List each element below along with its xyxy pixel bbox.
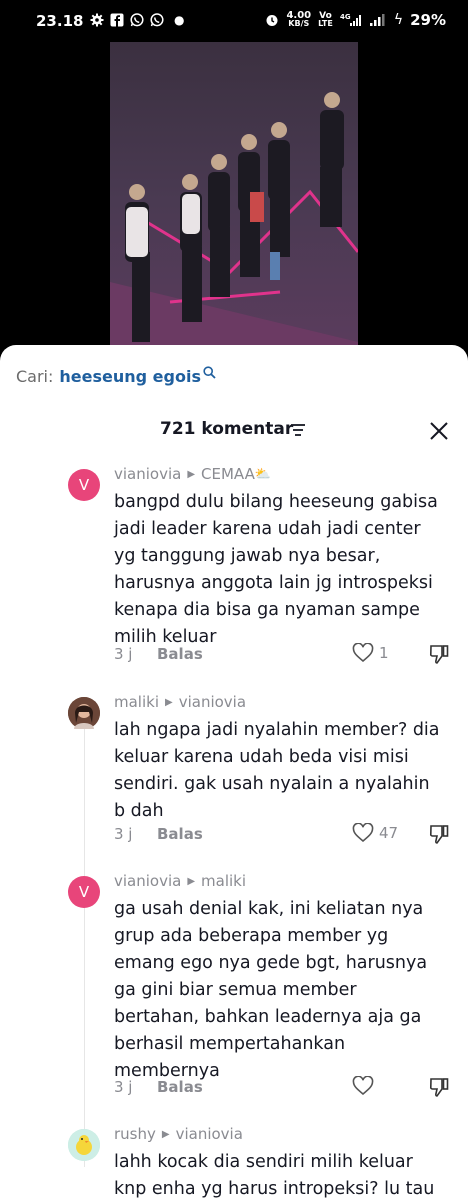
charging-icon: ϟ <box>393 12 404 28</box>
reply-to-username[interactable]: CEMAA <box>201 465 255 483</box>
reply-arrow-icon: ▶ <box>187 468 196 480</box>
heart-icon <box>352 1076 374 1096</box>
username[interactable]: vianiovia <box>114 465 181 483</box>
comment-text: bangpd dulu bilang heeseung gabisa jadi … <box>114 492 438 647</box>
username[interactable]: maliki <box>114 693 159 711</box>
dislike-icon[interactable] <box>428 1076 450 1098</box>
sort-filter-icon[interactable] <box>290 423 306 437</box>
net-speed: 4.00 KB/S <box>286 10 312 28</box>
comment-meta: vianiovia ▶ maliki <box>114 872 246 890</box>
more-notifications-dot-icon: ● <box>174 13 185 27</box>
reply-arrow-icon: ▶ <box>165 696 173 708</box>
comment-actions: 3 j Balas <box>114 1076 454 1100</box>
reply-button[interactable]: Balas <box>157 825 203 843</box>
search-query-link[interactable]: heeseung egois <box>59 367 201 386</box>
comment-meta: rushy ▶ vianiovia <box>114 1125 243 1143</box>
thread-line <box>84 697 85 1167</box>
whatsapp-icon <box>130 13 144 27</box>
search-prefix: Cari: <box>16 367 54 386</box>
video-player[interactable] <box>110 42 358 362</box>
close-icon[interactable] <box>428 420 450 442</box>
username[interactable]: rushy <box>114 1125 156 1143</box>
duck-avatar-icon <box>68 1129 100 1161</box>
svg-text:4G: 4G <box>340 13 351 21</box>
avatar[interactable] <box>68 697 100 729</box>
avatar-photo-icon <box>68 697 100 729</box>
dislike-icon[interactable] <box>428 643 450 665</box>
reply-to-emoji: ⛅ <box>254 466 272 482</box>
reply-to-username[interactable]: vianiovia <box>179 693 246 711</box>
status-bar: 23.18 ● 4.00 KB/S Vo LTE 4G ϟ 29% <box>0 0 468 42</box>
avatar[interactable]: V <box>68 876 100 908</box>
volte-indicator: Vo LTE <box>318 11 333 28</box>
comment-time: 3 j <box>114 645 133 663</box>
comment-text: ga usah denial kak, ini keliatan nya gru… <box>114 899 428 1081</box>
like-count: 1 <box>379 644 389 662</box>
whatsapp-icon <box>150 13 164 27</box>
signal-4g-icon: 4G <box>340 13 361 26</box>
heart-icon <box>352 643 374 663</box>
heart-icon <box>352 823 374 843</box>
comments-sheet: Cari: heeseung egois 721 komentar V vian… <box>0 345 468 1200</box>
search-icon <box>203 366 216 379</box>
reply-button[interactable]: Balas <box>157 1078 203 1096</box>
like-button[interactable] <box>352 1076 379 1096</box>
settings-gear-icon <box>90 13 104 27</box>
reply-arrow-icon: ▶ <box>161 1128 170 1140</box>
reply-to-username[interactable]: maliki <box>201 872 246 890</box>
comment-text: lah ngapa jadi nyalahin member? dia kelu… <box>114 720 440 821</box>
avatar[interactable] <box>68 1129 100 1161</box>
like-count: 47 <box>379 824 399 842</box>
concert-stage-image <box>110 42 358 362</box>
signal-icon <box>369 14 385 26</box>
username[interactable]: vianiovia <box>114 872 181 890</box>
comment-actions: 3 j Balas 1 <box>114 643 454 667</box>
reply-to-username[interactable]: vianiovia <box>176 1125 243 1143</box>
battery-level: 29% <box>410 11 446 29</box>
dislike-icon[interactable] <box>428 823 450 845</box>
reply-arrow-icon: ▶ <box>187 875 196 887</box>
reply-button[interactable]: Balas <box>157 645 203 663</box>
alarm-icon <box>266 15 278 26</box>
notification-icons: ● <box>90 13 184 27</box>
comment-meta: maliki ▶ vianiovia <box>114 693 246 711</box>
comments-header: 721 komentar <box>0 419 468 443</box>
comment-text: lahh kocak dia sendiri milih keluar knp … <box>114 1152 435 1199</box>
clock: 23.18 <box>36 12 84 30</box>
status-right: 4.00 KB/S Vo LTE 4G ϟ 29% <box>265 11 446 29</box>
comment-time: 3 j <box>114 825 133 843</box>
comment-time: 3 j <box>114 1078 133 1096</box>
comment-actions: 3 j Balas 47 <box>114 823 454 847</box>
facebook-icon <box>110 13 124 27</box>
avatar[interactable]: V <box>68 469 100 501</box>
comment-meta: vianiovia ▶ CEMAA ⛅ <box>114 465 271 483</box>
search-suggestion[interactable]: Cari: heeseung egois <box>16 366 216 386</box>
like-button[interactable]: 1 <box>352 643 389 663</box>
comment-count: 721 komentar <box>160 419 294 439</box>
like-button[interactable]: 47 <box>352 823 398 843</box>
